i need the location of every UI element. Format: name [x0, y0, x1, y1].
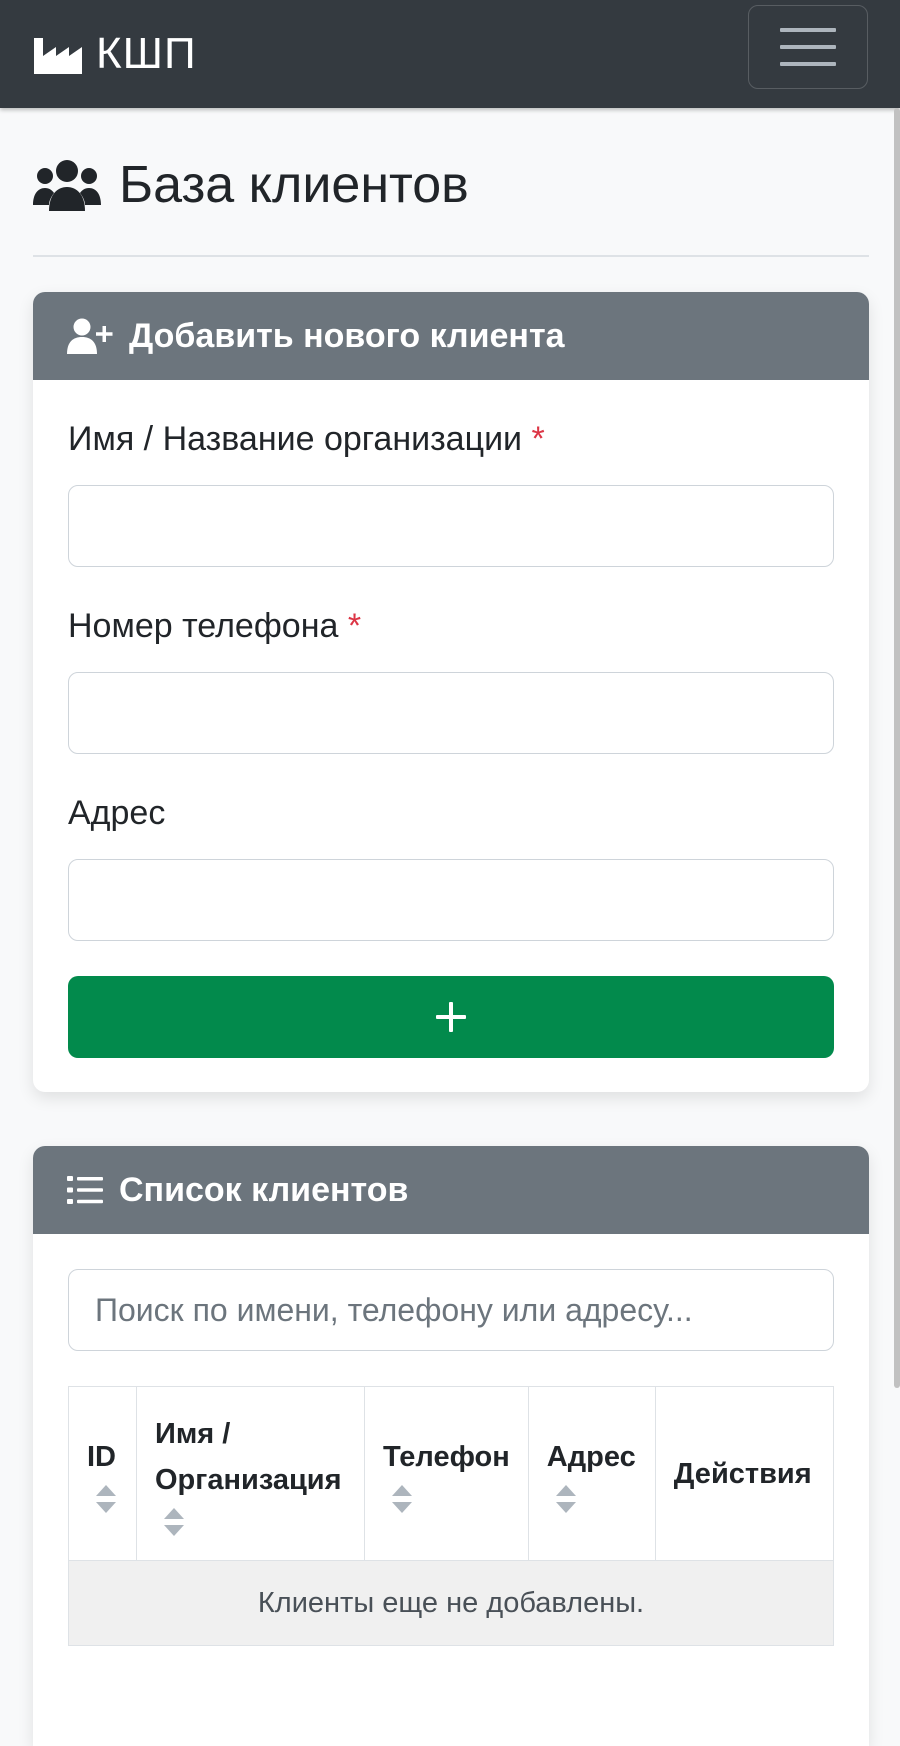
sort-icon[interactable] [95, 1484, 117, 1514]
page-title-text: База клиентов [119, 156, 469, 214]
column-header-label: Имя / Организация [155, 1417, 342, 1496]
column-header-label: Действия [673, 1457, 812, 1490]
scrollbar[interactable] [894, 108, 900, 1388]
navbar: КШП [0, 0, 900, 108]
address-label-text: Адрес [68, 794, 166, 832]
navbar-toggler-button[interactable] [748, 5, 868, 89]
address-field-label: Адрес [68, 794, 165, 833]
column-header-id[interactable]: ID [68, 1386, 137, 1561]
name-input[interactable] [68, 485, 834, 567]
add-client-card-title: Добавить нового клиента [129, 316, 565, 355]
sort-icon[interactable] [391, 1484, 413, 1514]
client-list-card-title: Список клиентов [119, 1170, 409, 1209]
page-title: База клиентов [33, 150, 469, 220]
add-client-card-header: Добавить нового клиента [33, 292, 869, 380]
brand-text: КШП [96, 29, 197, 78]
users-icon [33, 157, 101, 213]
address-input[interactable] [68, 859, 834, 941]
sort-icon[interactable] [555, 1484, 577, 1514]
column-header-label: ID [87, 1440, 116, 1473]
table-header-row: ID Имя / Организация Телефон Адрес Дейст… [68, 1386, 835, 1561]
column-header-name[interactable]: Имя / Организация [136, 1386, 365, 1561]
add-client-button[interactable] [68, 976, 834, 1058]
user-plus-icon [67, 318, 113, 354]
column-header-label: Телефон [383, 1440, 510, 1473]
list-icon [67, 1175, 103, 1205]
column-header-phone[interactable]: Телефон [364, 1386, 529, 1561]
name-label-text: Имя / Название организации [68, 420, 523, 458]
search-input[interactable] [68, 1269, 834, 1351]
column-header-address[interactable]: Адрес [527, 1386, 656, 1561]
column-header-label: Адрес [546, 1440, 636, 1473]
client-list-card: Список клиентов ID Имя / Организация [33, 1146, 869, 1746]
add-client-card: Добавить нового клиента Имя / Название о… [33, 292, 869, 1092]
factory-icon [34, 34, 82, 74]
sort-icon[interactable] [163, 1507, 185, 1537]
brand-link[interactable]: КШП [34, 22, 197, 86]
client-list-card-header: Список клиентов [33, 1146, 869, 1234]
required-marker: * [347, 607, 362, 645]
phone-input[interactable] [68, 672, 834, 754]
table-row: Клиенты еще не добавлены. [68, 1560, 834, 1646]
name-field-label: Имя / Название организации * [68, 420, 545, 459]
hamburger-menu-icon [780, 25, 836, 69]
title-divider [33, 255, 869, 257]
column-header-actions: Действия [654, 1386, 835, 1561]
empty-table-message: Клиенты еще не добавлены. [68, 1560, 834, 1646]
phone-label-text: Номер телефона [68, 607, 339, 645]
plus-icon [435, 1001, 467, 1033]
clients-table: ID Имя / Организация Телефон Адрес Дейст… [68, 1386, 835, 1646]
phone-field-label: Номер телефона * [68, 607, 361, 646]
required-marker: * [531, 420, 545, 458]
